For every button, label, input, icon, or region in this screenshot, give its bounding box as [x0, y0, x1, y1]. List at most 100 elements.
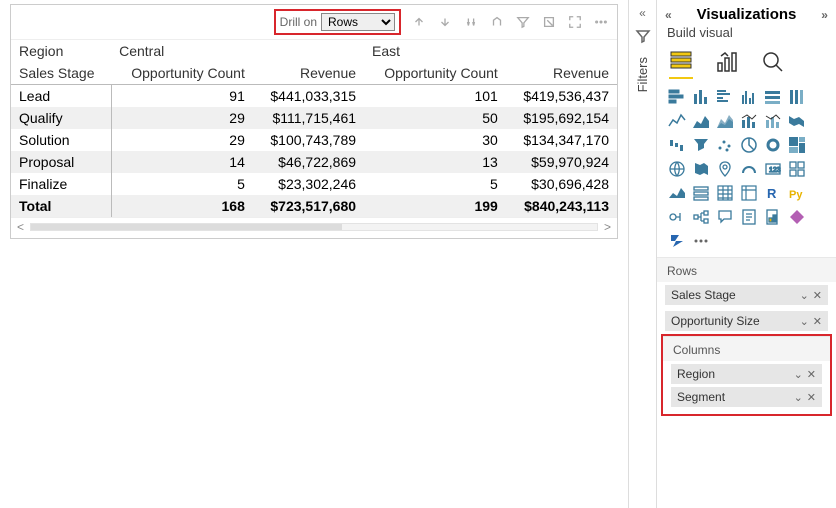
matrix-table: Region Central East Sales Stage Opportun… [11, 40, 617, 217]
chevron-down-icon[interactable]: ⌄ [800, 289, 809, 302]
expand-all-icon[interactable] [463, 14, 479, 30]
area-chart-icon[interactable] [691, 111, 711, 131]
remove-field-icon[interactable]: ✕ [813, 289, 822, 302]
total-row: Total 168 $723,517,680 199 $840,243,113 [11, 195, 617, 217]
stacked-bar-icon[interactable] [667, 87, 687, 107]
table-row[interactable]: Solution 29 $100,743,789 30 $134,347,170 [11, 129, 617, 151]
columns-section-label: Columns [663, 336, 830, 361]
treemap-icon[interactable] [787, 135, 807, 155]
build-visual-label: Build visual [657, 25, 836, 44]
qa-icon[interactable] [715, 207, 735, 227]
rows-section-label: Rows [657, 257, 836, 282]
filter-icon[interactable] [515, 14, 531, 30]
field-sales-stage[interactable]: Sales Stage ⌄✕ [665, 285, 828, 305]
gauge-icon[interactable] [739, 159, 759, 179]
expand-pane-icon[interactable]: « [665, 8, 672, 22]
stacked-column-icon[interactable] [691, 87, 711, 107]
remove-field-icon[interactable]: ✕ [807, 391, 816, 404]
kpi-icon[interactable] [667, 183, 687, 203]
hierarchy-icon[interactable] [489, 14, 505, 30]
azure-map-icon[interactable] [715, 159, 735, 179]
chevron-down-icon[interactable]: ⌄ [794, 368, 803, 381]
visual-toolbar: Drill on Rows Columns [11, 5, 617, 40]
scatter-icon[interactable] [715, 135, 735, 155]
collapse-pane-icon[interactable]: » [821, 8, 828, 22]
col-measure: Revenue [253, 62, 364, 85]
combo-chart2-icon[interactable] [763, 111, 783, 131]
analytics-tab-icon[interactable] [761, 50, 785, 77]
clustered-bar-icon[interactable] [715, 87, 735, 107]
power-automate-icon[interactable] [667, 231, 687, 251]
corner-region: Region [11, 40, 111, 62]
format-tab-icon[interactable] [715, 50, 739, 77]
line-chart-icon[interactable] [667, 111, 687, 131]
filters-pane-collapsed[interactable]: « Filters [628, 0, 656, 508]
scroll-left-icon[interactable]: < [17, 220, 24, 234]
col-group-central[interactable]: Central [111, 40, 364, 62]
col-group-east[interactable]: East [364, 40, 617, 62]
drill-on-select[interactable]: Rows Columns [321, 13, 395, 31]
card-icon[interactable]: 123 [763, 159, 783, 179]
r-visual-icon[interactable]: R [763, 183, 783, 203]
waterfall-icon[interactable] [667, 135, 687, 155]
table-icon[interactable] [715, 183, 735, 203]
svg-text:R: R [767, 186, 777, 201]
chevron-down-icon[interactable]: ⌄ [800, 315, 809, 328]
svg-text:123: 123 [769, 167, 781, 174]
slicer-icon[interactable] [691, 183, 711, 203]
powerapps-icon[interactable] [787, 207, 807, 227]
visualizations-title: Visualizations [697, 6, 797, 23]
decomposition-icon[interactable] [691, 207, 711, 227]
map-icon[interactable] [667, 159, 687, 179]
remove-field-icon[interactable]: ✕ [807, 368, 816, 381]
field-region[interactable]: Region ⌄✕ [671, 364, 822, 384]
col-measure: Opportunity Count [364, 62, 506, 85]
columns-section-highlighted: Columns Region ⌄✕ Segment ⌄✕ [661, 334, 832, 416]
narrative-icon[interactable] [739, 207, 759, 227]
filled-map-icon[interactable] [691, 159, 711, 179]
drill-down-icon[interactable] [437, 14, 453, 30]
more-options-icon[interactable] [593, 14, 609, 30]
row-dim-label: Sales Stage [11, 62, 111, 85]
drill-on-control[interactable]: Drill on Rows Columns [274, 9, 401, 35]
scroll-right-icon[interactable]: > [604, 220, 611, 234]
matrix-visual: Drill on Rows Columns Region Central Eas… [10, 4, 618, 239]
funnel-icon[interactable] [691, 135, 711, 155]
hundred-bar-icon[interactable] [763, 87, 783, 107]
clustered-column-icon[interactable] [739, 87, 759, 107]
key-influencers-icon[interactable] [667, 207, 687, 227]
focus-mode-icon[interactable] [567, 14, 583, 30]
combo-chart-icon[interactable] [739, 111, 759, 131]
ribbon-chart-icon[interactable] [787, 111, 807, 131]
table-row[interactable]: Finalize 5 $23,302,246 5 $30,696,428 [11, 173, 617, 195]
filters-label: Filters [635, 57, 650, 92]
field-segment[interactable]: Segment ⌄✕ [671, 387, 822, 407]
field-opportunity-size[interactable]: Opportunity Size ⌄✕ [665, 311, 828, 331]
remove-field-icon[interactable]: ✕ [813, 315, 822, 328]
horizontal-scrollbar[interactable]: < > [11, 217, 617, 238]
col-measure: Opportunity Count [111, 62, 253, 85]
spotlight-icon[interactable] [541, 14, 557, 30]
chevron-down-icon[interactable]: ⌄ [794, 391, 803, 404]
table-row[interactable]: Qualify 29 $111,715,461 50 $195,692,154 [11, 107, 617, 129]
collapse-chevron-icon[interactable]: « [639, 6, 646, 20]
filter-pane-icon [635, 28, 651, 49]
visual-type-gallery: 123 R Py [657, 81, 836, 257]
multi-card-icon[interactable] [787, 159, 807, 179]
drill-up-icon[interactable] [411, 14, 427, 30]
paginated-icon[interactable] [763, 207, 783, 227]
drill-on-label: Drill on [280, 15, 317, 29]
table-row[interactable]: Lead 91 $441,033,315 101 $419,536,437 [11, 85, 617, 108]
col-measure: Revenue [506, 62, 617, 85]
matrix-viz-icon[interactable] [739, 183, 759, 203]
visualizations-pane: « Visualizations » Build visual [656, 0, 836, 508]
svg-text:Py: Py [789, 189, 803, 201]
hundred-column-icon[interactable] [787, 87, 807, 107]
pie-icon[interactable] [739, 135, 759, 155]
more-visuals-icon[interactable] [691, 231, 711, 251]
python-visual-icon[interactable]: Py [787, 183, 807, 203]
donut-icon[interactable] [763, 135, 783, 155]
table-row[interactable]: Proposal 14 $46,722,869 13 $59,970,924 [11, 151, 617, 173]
build-tab-icon[interactable] [669, 48, 693, 79]
stacked-area-icon[interactable] [715, 111, 735, 131]
